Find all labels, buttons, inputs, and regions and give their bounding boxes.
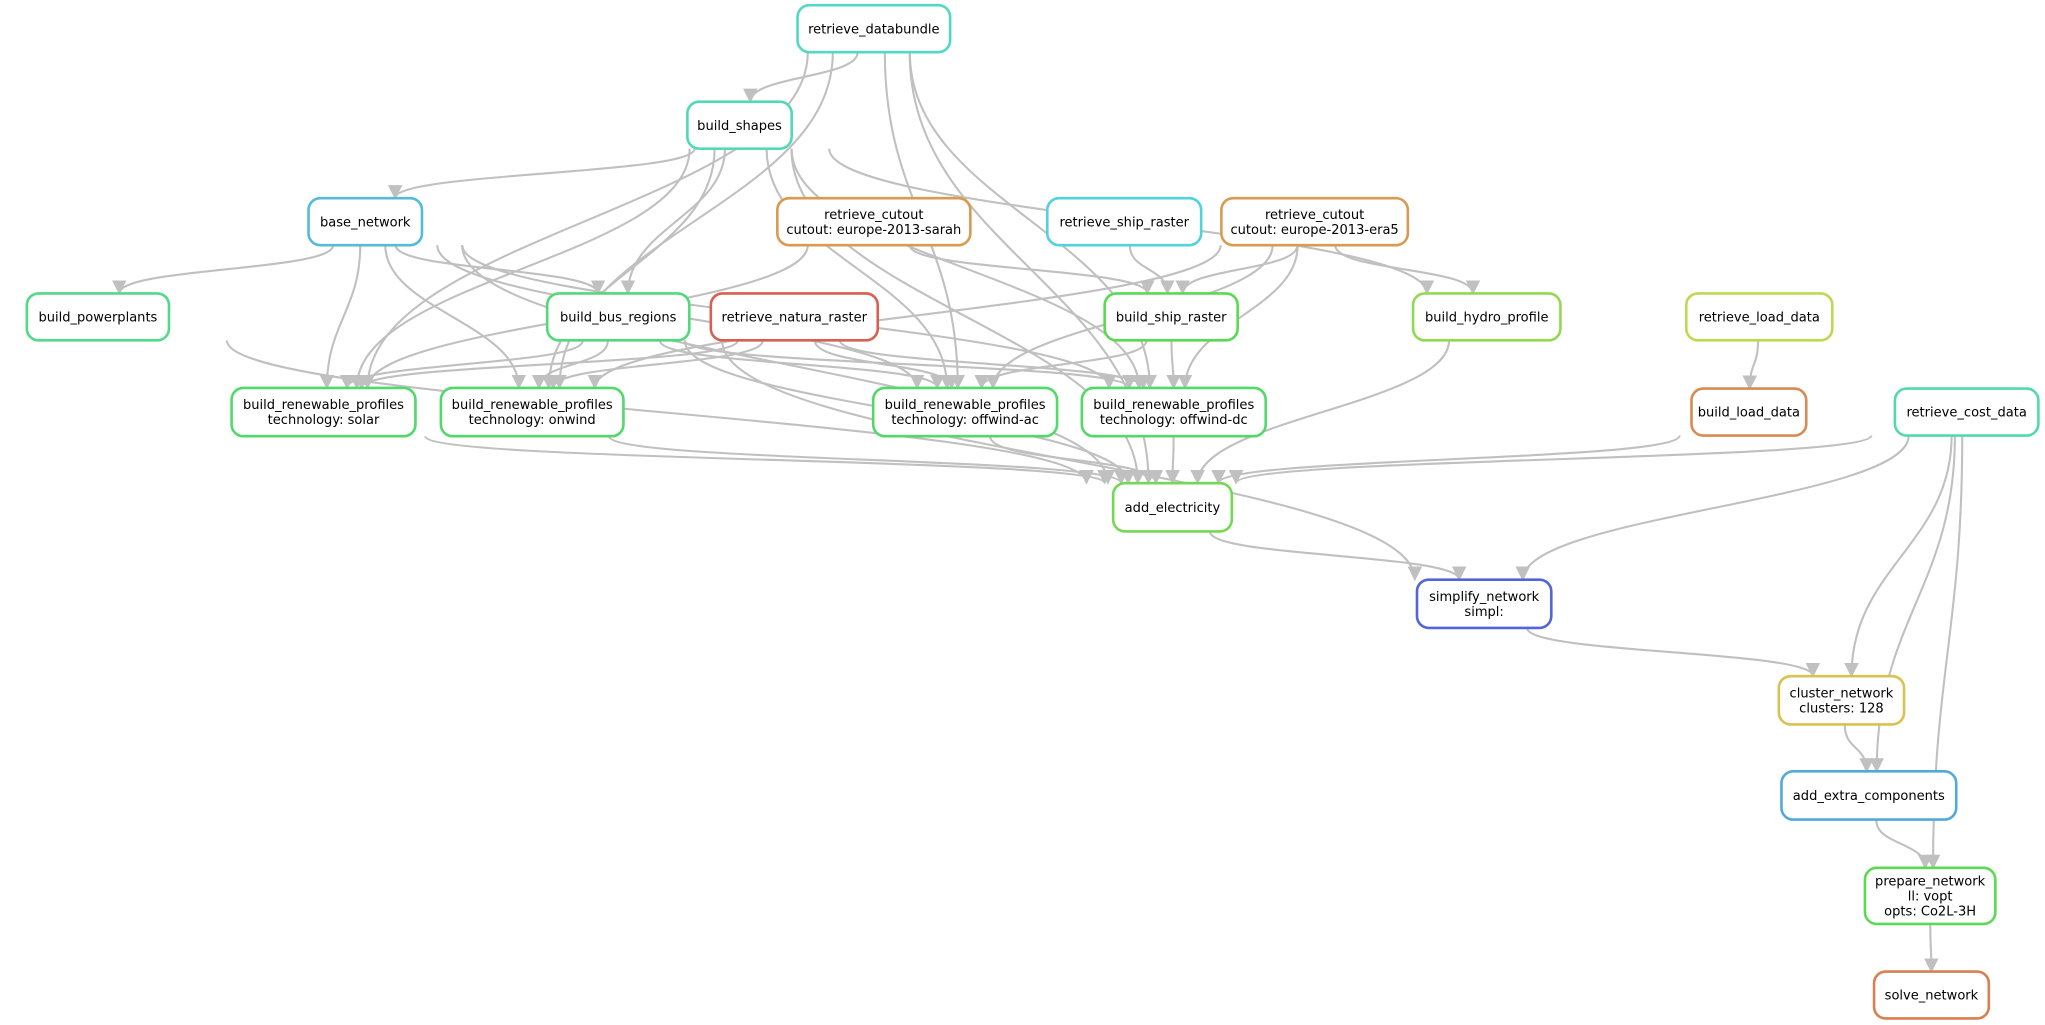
edge-brp_solar-to-add_electricity — [424, 435, 1112, 485]
node-retrieve_cutout_era5[interactable]: retrieve_cutoutcutout: europe-2013-era5 — [1220, 196, 1410, 247]
edges-layer — [112, 51, 1964, 973]
node-label: add_extra_components — [1793, 789, 1945, 804]
node-retrieve_ship_raster[interactable]: retrieve_ship_raster — [1045, 196, 1203, 247]
edge-retrieve_cost_data-to-simplify_network — [1515, 435, 1910, 582]
node-label: simpl: — [1464, 605, 1503, 620]
node-label: retrieve_cost_data — [1906, 406, 2026, 421]
edge-retrieve_ship_raster-to-build_ship_raster — [1128, 245, 1175, 295]
node-label: cluster_network — [1790, 686, 1894, 701]
node-label: cutout: europe-2013-era5 — [1230, 223, 1398, 238]
node-label: technology: offwind-ac — [891, 413, 1039, 428]
edge-retrieve_load_data-to-build_load_data — [1742, 340, 1760, 391]
node-label: technology: offwind-dc — [1100, 413, 1248, 428]
node-label: simplify_network — [1429, 590, 1540, 605]
node-brp_offwind_ac[interactable]: build_renewable_profilestechnology: offw… — [871, 386, 1059, 438]
node-retrieve_load_data[interactable]: retrieve_load_data — [1684, 292, 1834, 342]
node-label: base_network — [320, 215, 411, 230]
edge-retrieve_cutout_era5-to-build_hydro_profile — [1334, 244, 1481, 295]
edge-retrieve_natura_raster-to-brp_onwind — [545, 339, 764, 390]
edge-add_extra_components-to-prepare_network — [1875, 819, 1933, 870]
node-retrieve_natura_raster[interactable]: retrieve_natura_raster — [709, 292, 880, 342]
node-label: build_renewable_profiles — [452, 398, 613, 413]
node-brp_onwind[interactable]: build_renewable_profilestechnology: onwi… — [439, 386, 625, 438]
node-label: retrieve_ship_raster — [1059, 215, 1189, 230]
node-label: retrieve_cutout — [824, 208, 923, 223]
node-label: technology: onwind — [469, 413, 596, 428]
node-label: build_shapes — [697, 119, 782, 134]
node-label: retrieve_natura_raster — [722, 310, 868, 325]
workflow-dag: retrieve_databundle build_shapes base_netw… — [25, 3, 2040, 1020]
nodes-layer: retrieve_databundle build_shapes base_netw… — [25, 3, 2040, 1020]
node-build_bus_regions[interactable]: build_bus_regions — [545, 292, 691, 342]
edge-build_shapes-to-brp_offwind_dc — [790, 148, 1147, 390]
node-build_ship_raster[interactable]: build_ship_raster — [1103, 292, 1239, 342]
node-brp_offwind_dc[interactable]: build_renewable_profilestechnology: offw… — [1080, 386, 1268, 438]
node-label: build_renewable_profiles — [243, 398, 404, 413]
node-build_load_data[interactable]: build_load_data — [1690, 387, 1808, 437]
node-label: retrieve_cutout — [1265, 208, 1364, 223]
edge-build_shapes-to-brp_solar — [349, 148, 691, 390]
node-retrieve_cost_data[interactable]: retrieve_cost_data — [1893, 387, 2040, 437]
node-build_hydro_profile[interactable]: build_hydro_profile — [1411, 292, 1562, 342]
edge-build_shapes-to-build_bus_regions — [620, 148, 727, 295]
edge-brp_offwind_dc-to-add_electricity — [1165, 436, 1180, 485]
node-label: build_powerplants — [38, 310, 157, 325]
edge-prepare_network-to-solve_network — [1924, 923, 1939, 973]
node-label: technology: solar — [268, 413, 380, 428]
node-base_network[interactable]: base_network — [307, 196, 424, 247]
edge-retrieve_cost_data-to-add_electricity — [1229, 434, 1873, 485]
edge-build_load_data-to-add_electricity — [1211, 434, 1681, 485]
node-label: clusters: 128 — [1799, 701, 1884, 716]
edge-build_shapes-to-base_network — [388, 148, 696, 200]
node-label: cutout: europe-2013-sarah — [786, 223, 961, 238]
edge-build_ship_raster-to-brp_offwind_dc — [1166, 340, 1181, 390]
node-label: solve_network — [1885, 989, 1979, 1004]
node-label: build_bus_regions — [560, 310, 677, 325]
node-label: build_ship_raster — [1116, 310, 1227, 325]
node-solve_network[interactable]: solve_network — [1872, 970, 1991, 1020]
node-build_shapes[interactable]: build_shapes — [686, 100, 793, 150]
node-label: build_load_data — [1698, 406, 1800, 421]
node-label: retrieve_databundle — [808, 22, 940, 37]
node-label: add_electricity — [1125, 501, 1221, 516]
node-label: prepare_network — [1875, 874, 1986, 889]
edge-base_network-to-brp_solar — [319, 245, 362, 390]
node-label: opts: Co2L-3H — [1884, 904, 1976, 919]
node-label: build_renewable_profiles — [885, 398, 1046, 413]
node-label: build_renewable_profiles — [1093, 398, 1254, 413]
edge-simplify_network-to-cluster_network — [1525, 627, 1821, 678]
edge-add_electricity-to-simplify_network — [1208, 530, 1467, 582]
node-prepare_network[interactable]: prepare_networkll: voptopts: Co2L-3H — [1863, 866, 1997, 926]
node-retrieve_cutout_sarah[interactable]: retrieve_cutoutcutout: europe-2013-sarah — [776, 196, 972, 247]
node-brp_solar[interactable]: build_renewable_profilestechnology: sola… — [230, 386, 417, 438]
node-add_extra_components[interactable]: add_extra_components — [1780, 770, 1958, 821]
node-label: retrieve_load_data — [1699, 310, 1820, 325]
node-label: build_hydro_profile — [1425, 310, 1549, 325]
node-build_powerplants[interactable]: build_powerplants — [25, 292, 171, 342]
node-add_electricity[interactable]: add_electricity — [1111, 481, 1234, 533]
node-simplify_network[interactable]: simplify_networksimpl: — [1415, 578, 1553, 630]
node-cluster_network[interactable]: cluster_networkclusters: 128 — [1777, 674, 1906, 726]
edge-base_network-to-build_powerplants — [112, 244, 335, 295]
node-label: ll: vopt — [1908, 889, 1953, 904]
node-retrieve_databundle[interactable]: retrieve_databundle — [796, 3, 952, 54]
edge-cluster_network-to-add_extra_components — [1843, 724, 1874, 773]
